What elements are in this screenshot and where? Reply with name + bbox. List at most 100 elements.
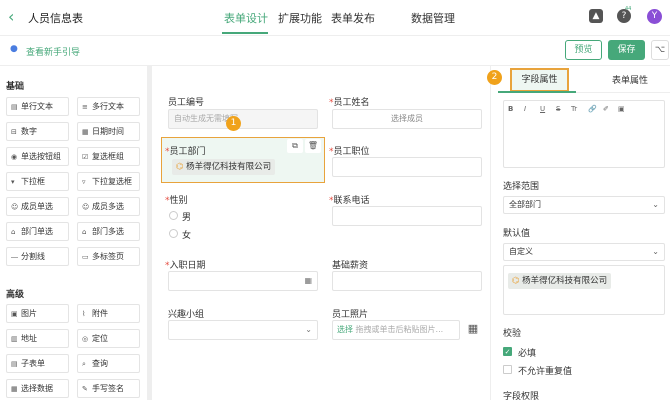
field-label-phone: *联系电话 <box>329 196 370 206</box>
palette-item-member-multi[interactable]: ☺ 成员多选 <box>77 197 140 216</box>
search-icon: ⌕ <box>82 360 86 368</box>
app-title: 人员信息表 <box>28 12 83 25</box>
subform-icon: ▤ <box>11 360 18 368</box>
chevron-down-icon: ⌄ <box>652 247 659 256</box>
position-input[interactable] <box>332 157 482 177</box>
org-icon: ⌂ <box>11 228 16 236</box>
italic-icon[interactable]: I <box>524 105 526 113</box>
palette-item-query[interactable]: ⌕ 查询 <box>77 354 140 373</box>
radio-female[interactable] <box>169 229 178 238</box>
no-duplicate-checkbox[interactable] <box>503 365 512 374</box>
phone-input[interactable] <box>332 206 482 226</box>
tab-active-indicator <box>222 32 268 34</box>
palette-item-image[interactable]: ▣ 图片 <box>6 304 69 323</box>
number-icon: ⊟ <box>11 128 17 136</box>
dropdown-multi-icon: ▿ <box>82 178 86 186</box>
palette-item-datetime[interactable]: ▦ 日期时间 <box>77 122 140 141</box>
palette-item-divider[interactable]: ― 分割线 <box>6 247 69 266</box>
eraser-icon[interactable]: ✐ <box>603 105 609 113</box>
badge-step-1: 1 <box>226 116 241 131</box>
option-male: 男 <box>182 213 192 223</box>
palette-basic-title: 基础 <box>6 82 25 92</box>
palette-item-address[interactable]: ▥ 地址 <box>6 329 69 348</box>
tab-form-design[interactable]: 表单设计 <box>224 10 268 26</box>
tab-data-management[interactable]: 数据管理 <box>411 10 455 26</box>
default-dept-chip: ⌬ 杨羊得亿科技有限公司 <box>508 273 612 289</box>
bold-icon[interactable]: B <box>508 105 513 113</box>
field-label-gender: *性别 <box>165 196 188 206</box>
palette-item-dropdown[interactable]: ▾ 下拉框 <box>6 172 69 191</box>
field-label-hire-date: *入职日期 <box>165 261 206 271</box>
photo-upload[interactable]: 选择 拖拽或单击后粘贴图片... <box>332 320 460 340</box>
palette-item-checkbox-group[interactable]: ☑ 复选框组 <box>77 147 140 166</box>
guide-link[interactable]: 查看新手引导 <box>26 45 80 58</box>
address-icon: ▥ <box>11 335 18 343</box>
tab-publish[interactable]: 表单发布 <box>331 10 375 26</box>
photo-hint: 拖拽或单击后粘贴图片... <box>355 325 444 334</box>
required-label: 必填 <box>518 349 537 359</box>
palette-item-dept-single[interactable]: ⌂ 部门单选 <box>6 222 69 241</box>
image-icon[interactable]: ▣ <box>618 105 625 113</box>
radio-icon: ◉ <box>11 153 18 161</box>
back-icon[interactable]: ‹ <box>8 8 14 26</box>
calendar-icon: ▦ <box>82 128 89 136</box>
location-icon: ◎ <box>82 335 89 343</box>
trash-icon[interactable]: 🗑 <box>305 139 321 153</box>
palette-item-select-data[interactable]: ▦ 选择数据 <box>6 379 69 398</box>
chevron-down-icon: ⌄ <box>652 200 659 209</box>
radio-male[interactable] <box>169 211 178 220</box>
hire-date-input[interactable]: ▦ <box>168 271 318 291</box>
tab-extensions[interactable]: 扩展功能 <box>278 10 322 26</box>
scope-select[interactable]: 全部部门 ⌄ <box>503 196 665 214</box>
photo-select-link[interactable]: 选择 <box>337 325 353 334</box>
preview-button[interactable]: 预览 <box>565 40 602 60</box>
palette-item-multi-text[interactable]: ≡ 多行文本 <box>77 97 140 116</box>
field-label-salary: 基础薪资 <box>332 261 369 271</box>
field-label-interest: 兴趣小组 <box>168 310 205 320</box>
palette-item-tabs[interactable]: ▭ 多标签页 <box>77 247 140 266</box>
field-label-position: *员工职位 <box>329 147 370 157</box>
divider-icon: ― <box>11 253 18 261</box>
pen-icon: ✎ <box>82 385 88 393</box>
palette-item-signature[interactable]: ✎ 手写签名 <box>77 379 140 398</box>
users-icon: ☺ <box>82 203 90 211</box>
tab-field-properties[interactable]: 字段属性 <box>510 68 569 92</box>
font-size-icon[interactable]: Tr <box>571 105 577 113</box>
link-icon[interactable]: 🔗 <box>588 105 597 113</box>
select-member-button[interactable]: 选择成员 <box>332 109 482 129</box>
palette-item-radio-group[interactable]: ◉ 单选按钮组 <box>6 147 69 166</box>
palette-item-location[interactable]: ◎ 定位 <box>77 329 140 348</box>
calendar-icon: ▦ <box>304 276 312 285</box>
save-button[interactable]: 保存 <box>608 40 645 60</box>
salary-input[interactable] <box>332 271 482 291</box>
palette-item-subform[interactable]: ▤ 子表单 <box>6 354 69 373</box>
palette-item-single-text[interactable]: ▤ 单行文本 <box>6 97 69 116</box>
interest-select[interactable]: ⌄ <box>168 320 318 340</box>
underline-icon[interactable]: U <box>540 105 545 113</box>
validate-label: 校验 <box>503 329 522 339</box>
palette-item-attachment[interactable]: ⌇ 附件 <box>77 304 140 323</box>
avatar[interactable]: Y <box>647 9 662 24</box>
default-mode-select[interactable]: 自定义 ⌄ <box>503 243 665 261</box>
palette-item-member-single[interactable]: ☺ 成员单选 <box>6 197 69 216</box>
copy-icon[interactable]: ⧉ <box>287 139 303 153</box>
strikethrough-icon[interactable]: S <box>556 105 560 113</box>
tabs-icon: ▭ <box>82 253 89 261</box>
scope-label: 选择范围 <box>503 182 540 192</box>
data-icon: ▦ <box>11 385 18 393</box>
props-tab-indicator <box>498 91 576 93</box>
qrcode-icon[interactable]: ▦ <box>465 321 481 337</box>
palette-item-dropdown-multi[interactable]: ▿ 下拉复选框 <box>77 172 140 191</box>
description-editor[interactable] <box>503 100 665 168</box>
required-checkbox[interactable]: ✓ <box>503 347 512 356</box>
org-multi-icon: ⌂ <box>82 228 87 236</box>
bell-icon[interactable]: ▲ <box>589 9 603 23</box>
field-label-emp-name: *员工姓名 <box>329 98 370 108</box>
palette-item-number[interactable]: ⊟ 数字 <box>6 122 69 141</box>
option-female: 女 <box>182 231 192 241</box>
default-label: 默认值 <box>503 229 531 239</box>
tab-form-properties[interactable]: 表单属性 <box>612 73 648 86</box>
share-icon[interactable]: ⌥ <box>651 40 669 60</box>
palette-item-dept-multi[interactable]: ⌂ 部门多选 <box>77 222 140 241</box>
field-label-emp-no: 员工编号 <box>168 98 205 108</box>
